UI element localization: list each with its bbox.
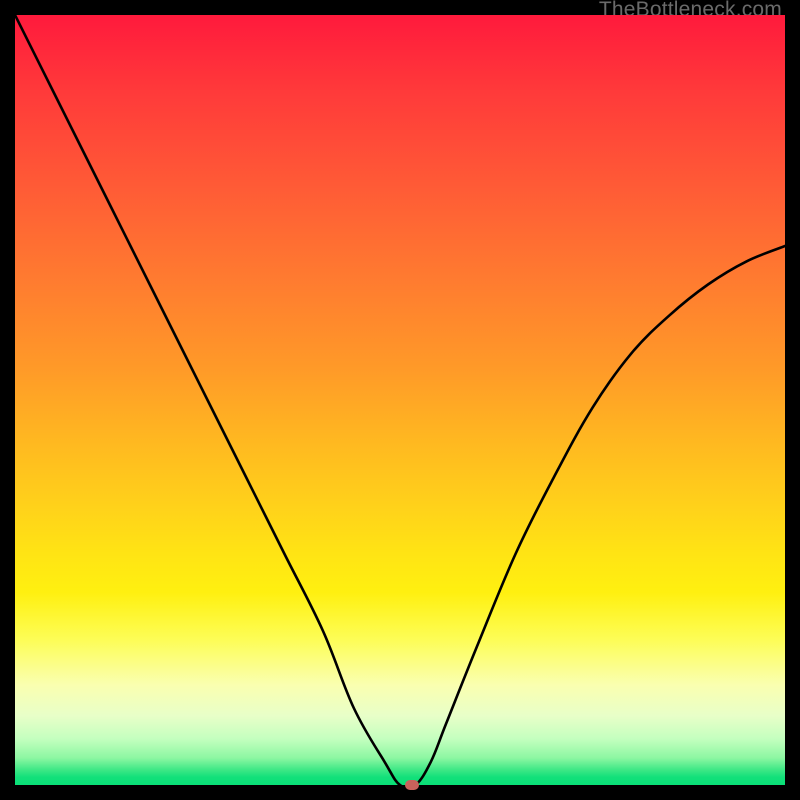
plot-area: [15, 15, 785, 785]
chart-frame: TheBottleneck.com: [0, 0, 800, 800]
optimal-point-marker: [405, 780, 419, 790]
bottleneck-curve: [15, 15, 785, 785]
